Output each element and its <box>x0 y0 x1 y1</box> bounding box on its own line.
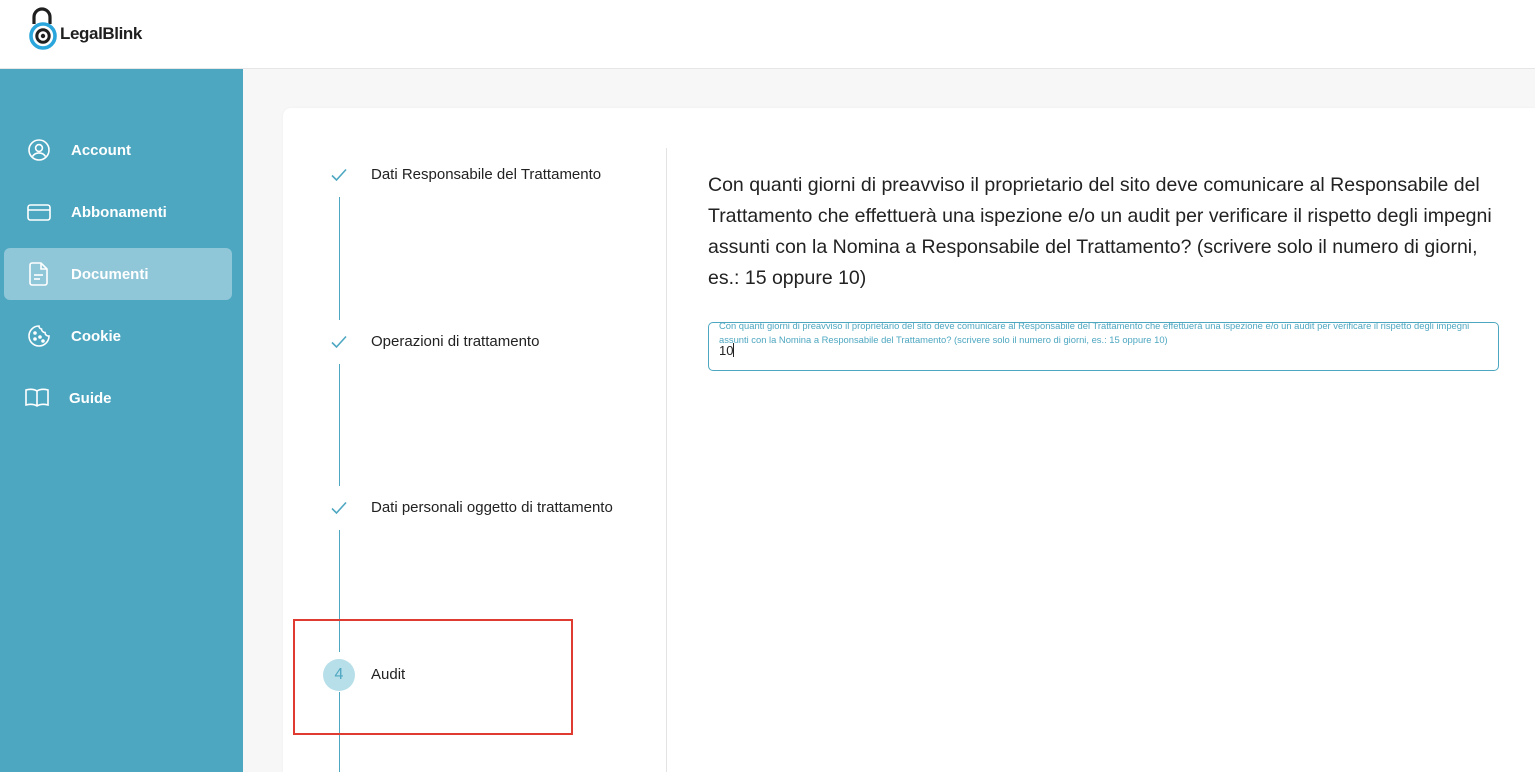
credit-card-icon <box>26 199 52 225</box>
sidebar-item-account[interactable]: Account <box>4 124 232 176</box>
question-text: Con quanti giorni di preavviso il propri… <box>708 174 1492 289</box>
text-caret <box>733 343 735 357</box>
check-icon <box>331 168 347 182</box>
sidebar-item-documenti[interactable]: Documenti <box>4 248 232 300</box>
sidebar-item-cookie[interactable]: Cookie <box>4 310 232 362</box>
sidebar-item-abbonamenti[interactable]: Abbonamenti <box>4 186 232 238</box>
brand-logo[interactable]: LegalBlink <box>28 6 142 50</box>
brand-name: LegalBlink <box>60 24 142 43</box>
sidebar-item-label: Cookie <box>71 327 122 345</box>
step-connector <box>339 197 340 320</box>
book-icon <box>24 385 50 411</box>
user-circle-icon <box>26 137 52 163</box>
padlock-logo-icon <box>29 7 57 50</box>
answer-input[interactable]: 10 <box>719 343 735 358</box>
step-connector <box>339 364 340 486</box>
current-step-highlight <box>293 619 573 735</box>
check-icon <box>331 335 347 349</box>
answer-field[interactable]: Con quanti giorni di preavviso il propri… <box>708 320 1499 371</box>
answer-value: 10 <box>719 343 734 358</box>
step-label: Dati personali oggetto di trattamento <box>371 499 613 516</box>
step-label: Operazioni di trattamento <box>371 333 540 350</box>
sidebar-item-label: Guide <box>69 389 112 407</box>
vertical-divider <box>666 148 667 772</box>
top-header: LegalBlink <box>0 0 1535 69</box>
cookie-icon <box>26 323 52 349</box>
sidebar: Account Abbonamenti Documenti Cookie Gui… <box>0 69 243 772</box>
step-label: Dati Responsabile del Trattamento <box>371 166 602 183</box>
sidebar-item-label: Account <box>71 141 131 159</box>
sidebar-item-label: Abbonamenti <box>71 203 167 221</box>
sidebar-item-guide[interactable]: Guide <box>4 372 232 424</box>
check-icon <box>331 501 347 515</box>
document-icon <box>26 261 52 287</box>
sidebar-item-label: Documenti <box>71 265 149 283</box>
answer-field-label: Con quanti giorni di preavviso il propri… <box>719 320 1470 345</box>
